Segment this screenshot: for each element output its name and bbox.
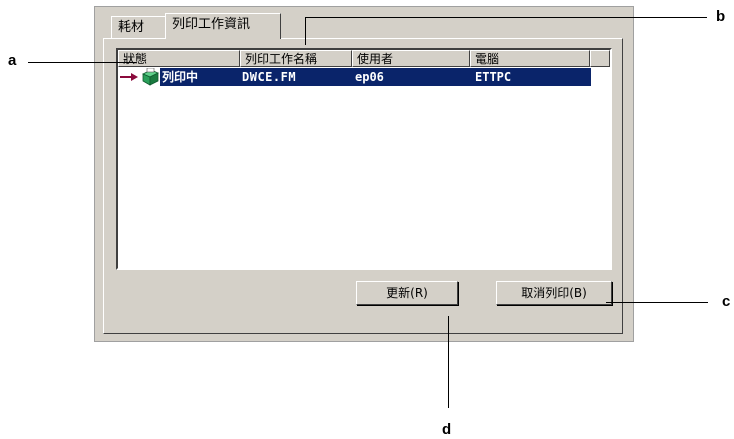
column-header-job-name[interactable]: 列印工作名稱 bbox=[240, 50, 352, 67]
cell-status: 列印中 bbox=[162, 70, 199, 84]
callout-b: b bbox=[716, 8, 726, 25]
cell-user: ep06 bbox=[355, 70, 384, 84]
column-header-status[interactable]: 狀態 bbox=[118, 50, 240, 67]
callout-a: a bbox=[8, 52, 17, 69]
tab-consumables[interactable]: 耗材 bbox=[111, 16, 167, 38]
row-selection[interactable]: 列印中 DWCE.FM ep06 ETTPC bbox=[160, 68, 591, 86]
callout-c: c bbox=[722, 293, 731, 310]
print-job-panel: 耗材 列印工作資訊 狀態 列印工作名稱 使用者 電腦 列印中 DWCE.FM e… bbox=[94, 6, 634, 342]
callout-d: d bbox=[442, 421, 452, 438]
callout-b-line-v bbox=[305, 17, 306, 45]
callout-a-line bbox=[28, 62, 136, 63]
tab-content: 狀態 列印工作名稱 使用者 電腦 列印中 DWCE.FM ep06 ETTPC … bbox=[103, 38, 623, 334]
callout-d-line bbox=[448, 316, 449, 408]
tab-job-info[interactable]: 列印工作資訊 bbox=[165, 13, 281, 39]
cell-computer: ETTPC bbox=[475, 70, 512, 84]
callout-c-line bbox=[606, 302, 708, 303]
column-header-spacer bbox=[590, 50, 610, 67]
job-list[interactable]: 狀態 列印工作名稱 使用者 電腦 列印中 DWCE.FM ep06 ETTPC bbox=[116, 48, 612, 270]
column-header-computer[interactable]: 電腦 bbox=[470, 50, 590, 67]
cancel-print-button[interactable]: 取消列印(B) bbox=[496, 281, 612, 305]
row-icons bbox=[120, 68, 162, 86]
table-row[interactable]: 列印中 DWCE.FM ep06 ETTPC bbox=[118, 67, 610, 87]
column-header-user[interactable]: 使用者 bbox=[352, 50, 470, 67]
callout-b-line-h bbox=[305, 17, 707, 18]
arrow-right-icon bbox=[120, 73, 138, 81]
refresh-button[interactable]: 更新(R) bbox=[356, 281, 458, 305]
printer-icon bbox=[142, 68, 159, 86]
cell-job-name: DWCE.FM bbox=[242, 70, 297, 84]
list-header: 狀態 列印工作名稱 使用者 電腦 bbox=[118, 50, 610, 67]
